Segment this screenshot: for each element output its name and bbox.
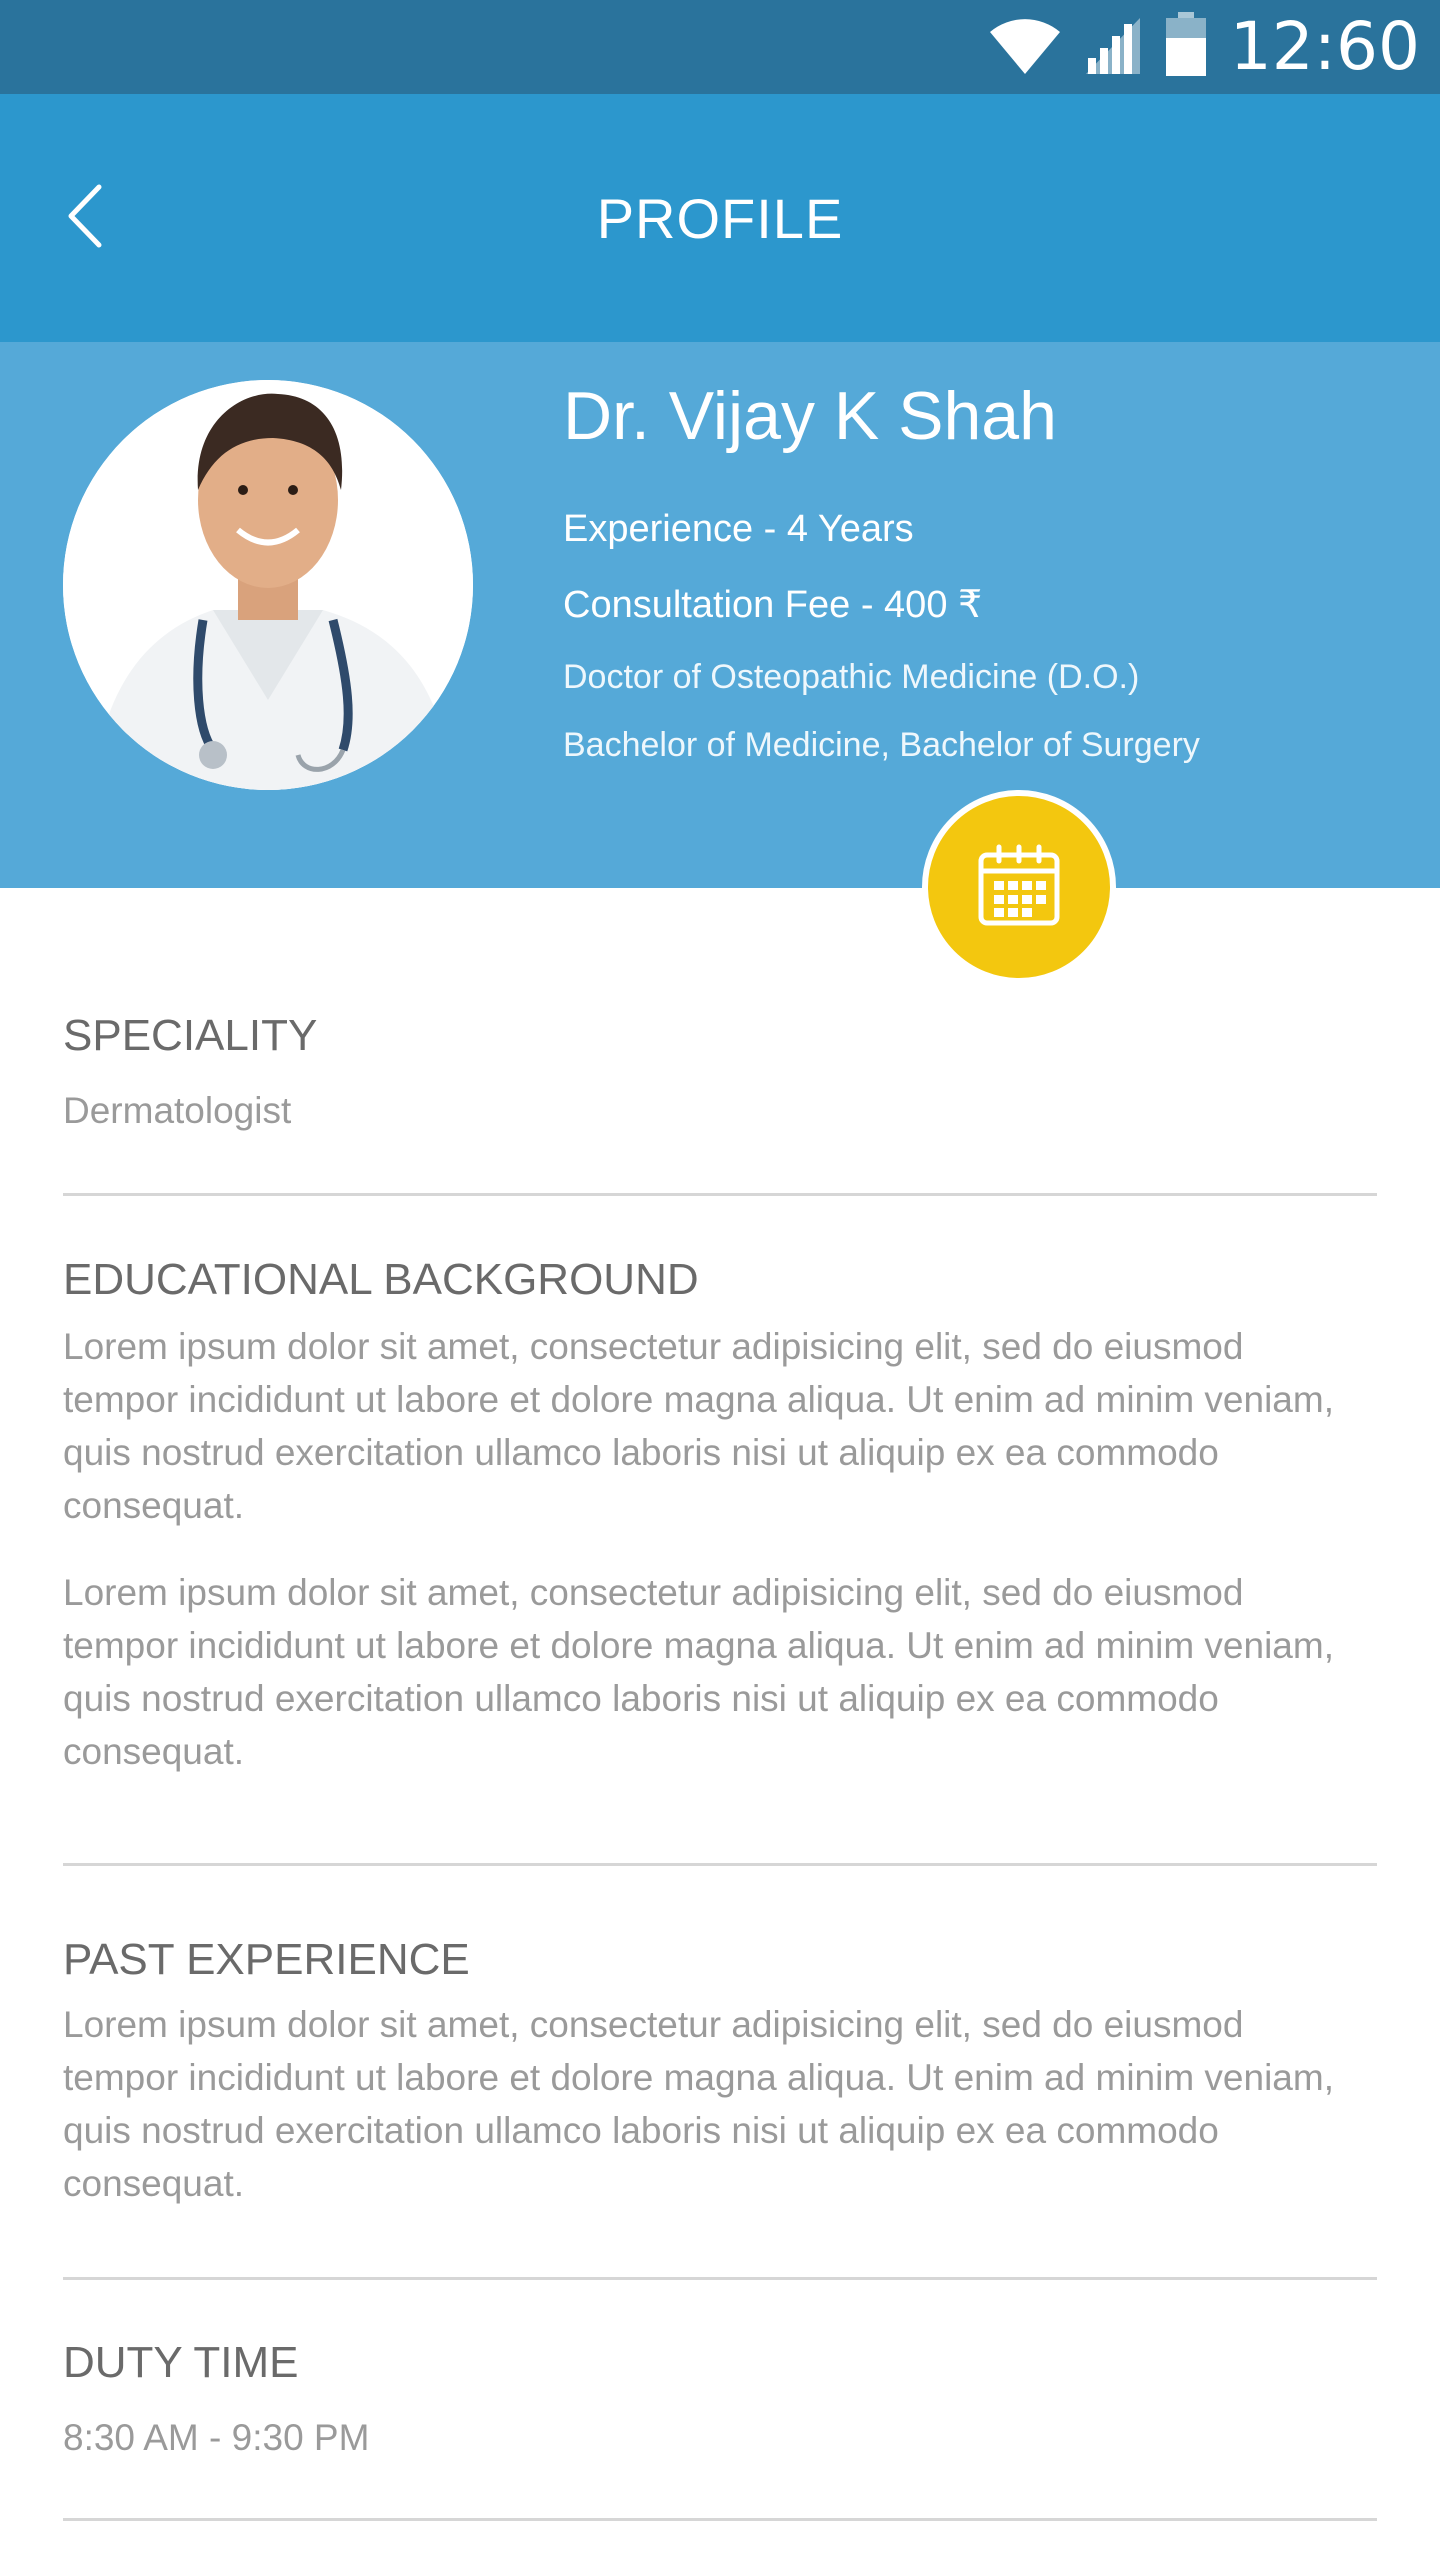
status-time: 12:60 bbox=[1229, 8, 1420, 85]
education-paragraph-1: Lorem ipsum dolor sit amet, consectetur … bbox=[63, 1326, 1334, 1526]
speciality-value: Dermatologist bbox=[63, 1090, 292, 1131]
degree-2: Bachelor of Medicine, Bachelor of Surger… bbox=[563, 726, 1200, 764]
duty-time-title: DUTY TIME bbox=[63, 2338, 299, 2387]
signal-icon bbox=[1084, 14, 1142, 81]
divider bbox=[63, 1863, 1377, 1866]
doctor-name: Dr. Vijay K Shah bbox=[563, 378, 1057, 454]
divider bbox=[63, 2277, 1377, 2280]
divider bbox=[63, 1193, 1377, 1196]
education-paragraph-2: Lorem ipsum dolor sit amet, consectetur … bbox=[63, 1572, 1334, 1772]
wifi-icon bbox=[988, 14, 1062, 81]
experience-text: Experience - 4 Years bbox=[563, 508, 914, 550]
calendar-icon bbox=[977, 843, 1061, 932]
divider bbox=[63, 2518, 1377, 2521]
degree-1: Doctor of Osteopathic Medicine (D.O.) bbox=[563, 658, 1140, 696]
past-experience-title: PAST EXPERIENCE bbox=[63, 1935, 470, 1984]
education-title: EDUCATIONAL BACKGROUND bbox=[63, 1255, 699, 1304]
status-bar: 12:60 bbox=[0, 0, 1440, 94]
consultation-fee-text: Consultation Fee - 400 ₹ bbox=[563, 584, 983, 626]
book-appointment-button[interactable] bbox=[922, 790, 1116, 984]
past-experience-paragraph: Lorem ipsum dolor sit amet, consectetur … bbox=[63, 2004, 1334, 2204]
profile-header: Dr. Vijay K Shah Experience - 4 Years Co… bbox=[0, 342, 1440, 888]
app-bar: PROFILE bbox=[0, 94, 1440, 342]
status-icons: 12:60 bbox=[988, 0, 1420, 94]
battery-icon bbox=[1164, 11, 1208, 83]
avatar bbox=[63, 380, 473, 790]
duty-time-value: 8:30 AM - 9:30 PM bbox=[63, 2417, 370, 2458]
page-title: PROFILE bbox=[596, 187, 844, 250]
speciality-title: SPECIALITY bbox=[63, 1011, 318, 1060]
